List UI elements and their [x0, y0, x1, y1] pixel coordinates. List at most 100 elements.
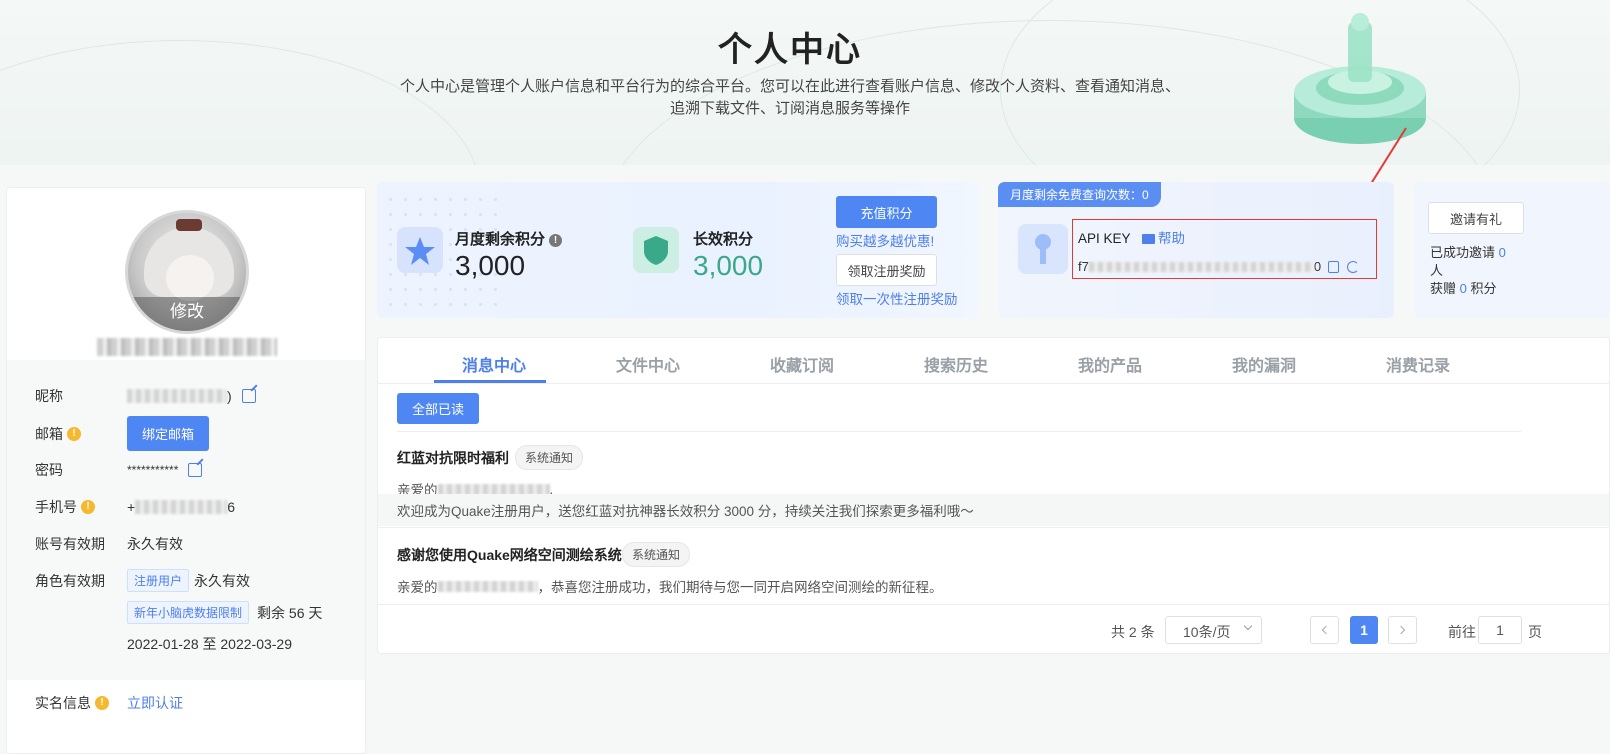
realname-label-text: 实名信息: [35, 695, 91, 711]
password-value: ***********: [127, 463, 179, 477]
divider: [378, 604, 1609, 605]
invite-success-line: 已成功邀请 0: [1430, 244, 1506, 262]
chevron-left-icon: [1321, 625, 1331, 635]
monthly-score-label: 月度剩余积分!: [455, 228, 563, 249]
invite-success-prefix: 已成功邀请: [1430, 245, 1496, 260]
divider: [397, 431, 1521, 432]
nickname-label: 昵称: [35, 386, 127, 406]
profile-card: 修改 昵称 ) 邮箱! 绑定邮箱 密码 *********** 手机号! +6 …: [6, 187, 366, 754]
prev-page-button[interactable]: [1310, 616, 1339, 644]
invite-button[interactable]: 邀请有礼: [1428, 202, 1524, 234]
warning-icon: !: [67, 426, 81, 441]
password-label-text: 密码: [35, 462, 63, 478]
password-label: 密码: [35, 460, 127, 480]
avatar-face: [166, 255, 214, 301]
description-line: 追溯下载文件、订阅消息服务等操作: [669, 100, 910, 117]
avatar[interactable]: 修改: [125, 210, 249, 334]
claim-reward-link[interactable]: 领取一次性注册奖励: [836, 288, 958, 308]
edit-nickname-icon[interactable]: [241, 389, 256, 403]
phone-label: 手机号!: [35, 497, 127, 517]
score-card: 月度剩余积分! 3,000 长效积分 3,000 充值积分 购买越多越优惠! 领…: [377, 182, 979, 318]
goto-page-value: 1: [1496, 622, 1504, 638]
page-size-select[interactable]: 10条/页: [1165, 616, 1262, 644]
warning-icon: !: [81, 500, 95, 514]
realname-row: 实名信息! 立即认证: [35, 693, 183, 713]
message-body: 欢迎成为Quake注册用户，送您红蓝对抗神器长效积分 3000 分，持续关注我们…: [397, 504, 974, 519]
invite-success-count: 0: [1498, 245, 1506, 260]
tab-my-products[interactable]: 我的产品: [1050, 352, 1170, 376]
limit-tag: 新年小脑虎数据限制: [127, 601, 250, 624]
free-query-badge: 月度剩余免费查询次数：0: [998, 182, 1161, 207]
info-icon[interactable]: !: [549, 234, 563, 247]
phone-blurred: [135, 500, 228, 514]
username-blurred: [437, 580, 538, 592]
invite-earned-unit: 积分: [1470, 281, 1497, 296]
star-icon: [397, 227, 443, 273]
limit-range-row: 2022-01-28 至 2022-03-29: [127, 634, 292, 654]
avatar-edit-button[interactable]: 修改: [128, 297, 246, 331]
description-line: 个人中心是管理个人账户信息和平台行为的综合平台。您可以在此进行查看账户信息、修改…: [399, 78, 1180, 95]
claim-reward-button[interactable]: 领取注册奖励: [836, 254, 937, 286]
nickname-row: 昵称 ): [35, 386, 256, 406]
goto-page-input[interactable]: 1: [1478, 616, 1522, 644]
tab-search-history[interactable]: 搜索历史: [896, 352, 1016, 376]
account-validity-label: 账号有效期: [35, 534, 127, 554]
invite-earned-prefix: 获赠: [1430, 281, 1457, 296]
tab-subscriptions[interactable]: 收藏订阅: [742, 352, 862, 376]
page-size-value: 10条/页: [1183, 624, 1231, 640]
nickname-value-tail: ): [227, 388, 232, 404]
divider: [378, 527, 1609, 528]
account-validity-row: 账号有效期 永久有效: [35, 534, 183, 554]
role-validity-label: 角色有效期: [35, 571, 127, 591]
promo-link[interactable]: 购买越多越优惠!: [836, 230, 934, 250]
greeting-prefix: 亲爱的: [397, 580, 438, 595]
limit-row: 新年小脑虎数据限制 剩余 56 天: [127, 601, 322, 624]
nickname-label-text: 昵称: [35, 388, 63, 404]
page-number-active[interactable]: 1: [1350, 616, 1378, 644]
invite-stats: 已成功邀请 0 人 获赠 0 积分: [1430, 244, 1506, 298]
monthly-score-value: 3,000: [455, 250, 526, 281]
account-validity-label-text: 账号有效期: [35, 536, 105, 552]
message-body: 亲爱的 ，恭喜您注册成功，我们期待与您一同开启网络空间测绘的新征程。: [397, 576, 943, 596]
bind-email-button[interactable]: 绑定邮箱: [127, 416, 210, 451]
nickname-blurred: [127, 389, 227, 403]
mark-all-read-button[interactable]: 全部已读: [397, 393, 480, 424]
email-label: 邮箱!: [35, 424, 127, 444]
account-validity-value: 永久有效: [127, 536, 183, 552]
next-page-button[interactable]: [1388, 616, 1417, 644]
tab-message-center[interactable]: 消息中心: [434, 352, 554, 376]
invite-success-unit: 人: [1430, 263, 1444, 278]
user-id-blurred: [97, 338, 277, 356]
email-row: 邮箱! 绑定邮箱: [35, 416, 210, 451]
message-tag: 系统通知: [622, 542, 691, 567]
invite-card: 邀请有礼 已成功邀请 0 人 获赠 0 积分: [1414, 182, 1610, 318]
monthly-score-label-text: 月度剩余积分: [455, 231, 546, 248]
chevron-down-icon: [1243, 621, 1253, 631]
message-title[interactable]: 感谢您使用Quake网络空间测绘系统: [397, 545, 622, 565]
phone-prefix: +: [127, 499, 136, 515]
tab-bar: 消息中心 文件中心 收藏订阅 搜索历史 我的产品 我的漏洞 消费记录: [378, 338, 1609, 384]
tab-file-center[interactable]: 文件中心: [588, 352, 708, 376]
chevron-right-icon: [1396, 625, 1406, 635]
tab-consumption-records[interactable]: 消费记录: [1358, 352, 1478, 376]
role-validity-row: 角色有效期 注册用户 永久有效: [35, 569, 250, 592]
profile-header: 修改: [7, 188, 365, 360]
avatar-bow: [176, 219, 202, 231]
role-validity-value: 永久有效: [194, 572, 251, 589]
recharge-button[interactable]: 充值积分: [836, 196, 937, 228]
message-title[interactable]: 红蓝对抗限时福利: [397, 448, 509, 468]
invite-earned-count: 0: [1459, 281, 1467, 296]
active-tab-indicator: [434, 380, 546, 383]
verify-now-link[interactable]: 立即认证: [127, 693, 183, 713]
tab-my-vulnerabilities[interactable]: 我的漏洞: [1204, 352, 1324, 376]
edit-password-icon[interactable]: [188, 463, 203, 477]
page-description: 个人中心是管理个人账户信息和平台行为的综合平台。您可以在此进行查看账户信息、修改…: [370, 76, 1210, 120]
warning-icon: !: [95, 696, 109, 710]
username-blurred: [437, 483, 550, 495]
longterm-score-label: 长效积分: [693, 231, 754, 248]
pagination-total: 共 2 条: [1111, 624, 1155, 640]
content-panel: 消息中心 文件中心 收藏订阅 搜索历史 我的产品 我的漏洞 消费记录 全部已读 …: [377, 337, 1610, 654]
limit-range: 2022-01-28 至 2022-03-29: [127, 636, 293, 652]
limit-remaining: 剩余 56 天: [257, 604, 323, 621]
role-validity-label-text: 角色有效期: [35, 572, 105, 589]
